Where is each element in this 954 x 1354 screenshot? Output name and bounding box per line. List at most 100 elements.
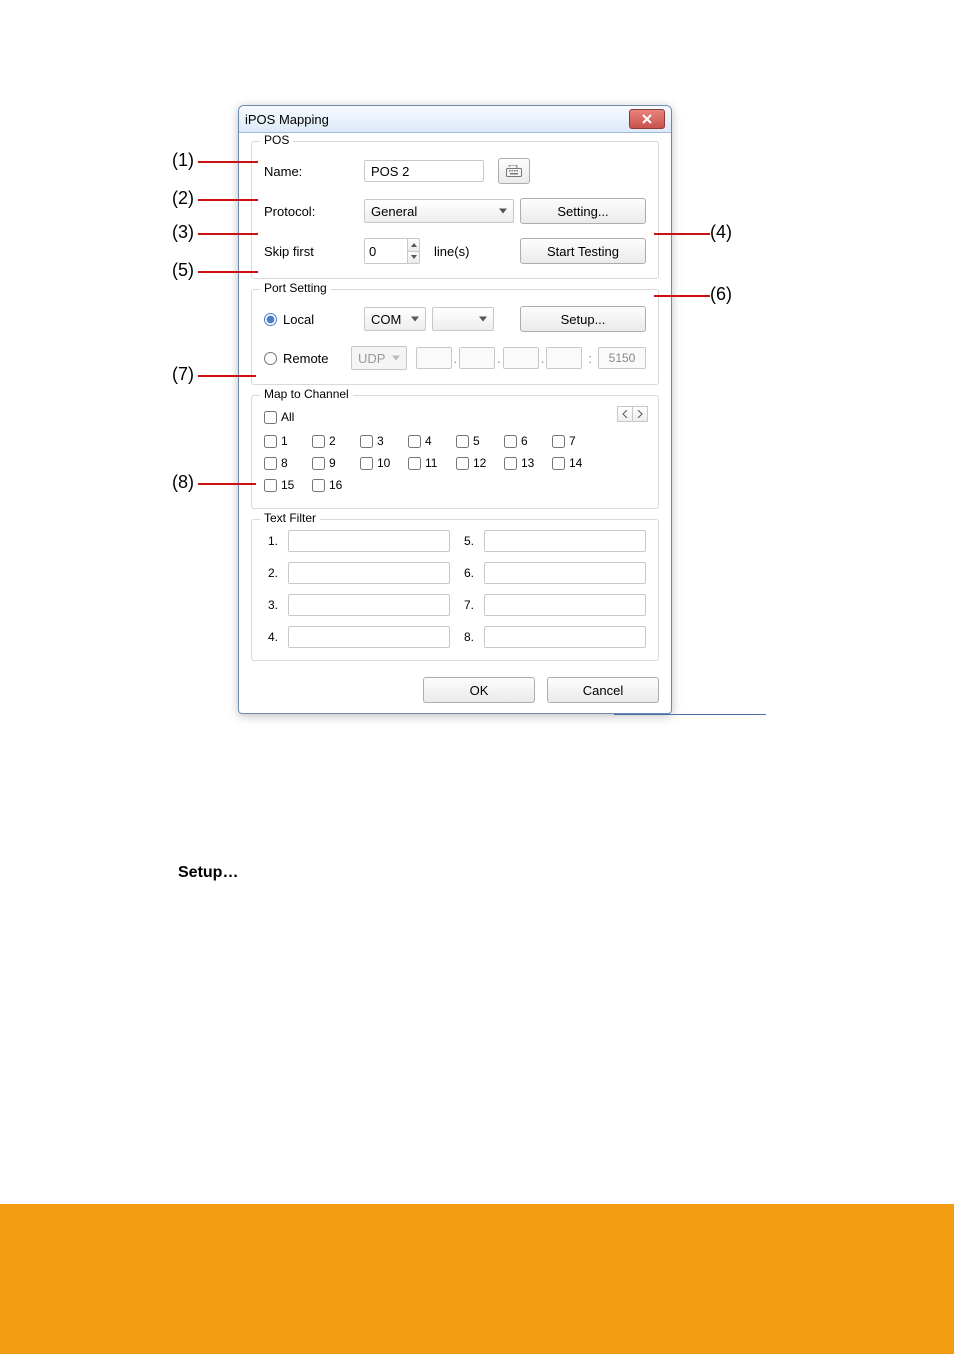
chevron-left-icon [622, 410, 628, 418]
stepper-down-button[interactable] [408, 252, 419, 264]
name-input[interactable] [364, 160, 484, 182]
text-filter-legend: Text Filter [260, 511, 320, 525]
channel-all-checkbox[interactable]: All [264, 410, 646, 424]
local-proto-select[interactable]: COM [364, 307, 426, 331]
channel-checkbox-10[interactable]: 10 [360, 456, 408, 470]
port-setting-fieldset: Port Setting Local COM Setup... [251, 289, 659, 385]
filter-input-6[interactable] [484, 562, 646, 584]
filter-num-1: 1. [264, 534, 278, 548]
channel-checkbox-5[interactable]: 5 [456, 434, 504, 448]
callout-6: (6) [710, 284, 732, 305]
channel-pager [617, 406, 648, 422]
protocol-value: General [371, 204, 417, 219]
keyboard-button[interactable] [498, 158, 530, 184]
channel-checkbox-16[interactable]: 16 [312, 478, 360, 492]
channel-checkbox-13[interactable]: 13 [504, 456, 552, 470]
channel-checkbox-12[interactable]: 12 [456, 456, 504, 470]
filter-input-8[interactable] [484, 626, 646, 648]
channel-all-input[interactable] [264, 411, 277, 424]
titlebar[interactable]: iPOS Mapping [239, 106, 671, 133]
channel-all-label: All [281, 410, 294, 424]
channel-checkbox-7[interactable]: 7 [552, 434, 600, 448]
cancel-button[interactable]: Cancel [547, 677, 659, 703]
ip-octet-3 [503, 347, 539, 369]
chevron-right-icon [637, 410, 643, 418]
channel-checkbox-11[interactable]: 11 [408, 456, 456, 470]
dialog-title: iPOS Mapping [245, 112, 329, 127]
setting-button[interactable]: Setting... [520, 198, 646, 224]
port-setting-legend: Port Setting [260, 281, 331, 295]
filter-num-6: 6. [460, 566, 474, 580]
chevron-down-icon [411, 317, 419, 322]
remote-radio[interactable]: Remote [264, 351, 351, 366]
filter-input-2[interactable] [288, 562, 450, 584]
channel-checkbox-15[interactable]: 15 [264, 478, 312, 492]
hyperlink-underline [614, 714, 766, 715]
channel-checkbox-6[interactable]: 6 [504, 434, 552, 448]
remote-radio-label: Remote [283, 351, 329, 366]
callout-5: (5) [172, 260, 194, 281]
filter-input-4[interactable] [288, 626, 450, 648]
stepper-up-button[interactable] [408, 239, 419, 252]
remote-proto-value: UDP [358, 351, 385, 366]
filter-input-3[interactable] [288, 594, 450, 616]
chevron-down-icon [479, 317, 487, 322]
skip-first-stepper[interactable] [364, 238, 420, 264]
local-radio-label: Local [283, 312, 314, 327]
protocol-select[interactable]: General [364, 199, 514, 223]
keyboard-icon [506, 165, 522, 177]
skip-first-label: Skip first [264, 244, 364, 259]
remote-ip-field: . . . : [416, 347, 647, 369]
filter-num-7: 7. [460, 598, 474, 612]
map-to-channel-fieldset: Map to Channel All 1 2 3 4 5 6 7 8 9 10 [251, 395, 659, 509]
filter-num-4: 4. [264, 630, 278, 644]
filter-input-7[interactable] [484, 594, 646, 616]
filter-num-5: 5. [460, 534, 474, 548]
channel-checkbox-8[interactable]: 8 [264, 456, 312, 470]
channel-checkbox-2[interactable]: 2 [312, 434, 360, 448]
local-radio[interactable]: Local [264, 312, 364, 327]
start-testing-button[interactable]: Start Testing [520, 238, 646, 264]
channel-checkbox-3[interactable]: 3 [360, 434, 408, 448]
local-radio-input[interactable] [264, 313, 277, 326]
chevron-down-icon [499, 209, 507, 214]
callout-3: (3) [172, 222, 194, 243]
ipos-mapping-dialog: iPOS Mapping POS Name: [238, 105, 672, 714]
remote-port-input [598, 347, 646, 369]
skip-first-input[interactable] [365, 239, 407, 263]
channel-page-prev-button[interactable] [617, 406, 632, 422]
callout-4: (4) [710, 222, 732, 243]
filter-num-2: 2. [264, 566, 278, 580]
filter-input-5[interactable] [484, 530, 646, 552]
setup-button[interactable]: Setup... [520, 306, 646, 332]
pos-legend: POS [260, 133, 293, 147]
channel-page-next-button[interactable] [632, 406, 648, 422]
protocol-label: Protocol: [264, 204, 364, 219]
ip-octet-1 [416, 347, 452, 369]
filter-num-8: 8. [460, 630, 474, 644]
channel-checkbox-4[interactable]: 4 [408, 434, 456, 448]
text-filter-fieldset: Text Filter 1. 5. 2. 6. 3. 7. 4. 8. [251, 519, 659, 661]
ip-octet-4 [546, 347, 582, 369]
ip-octet-2 [459, 347, 495, 369]
filter-num-3: 3. [264, 598, 278, 612]
filter-input-1[interactable] [288, 530, 450, 552]
channel-checkbox-14[interactable]: 14 [552, 456, 600, 470]
com-port-select[interactable] [432, 307, 494, 331]
name-label: Name: [264, 164, 364, 179]
close-button[interactable] [629, 109, 665, 129]
pos-fieldset: POS Name: Protocol: [251, 141, 659, 279]
chevron-up-icon [411, 243, 417, 247]
ok-button[interactable]: OK [423, 677, 535, 703]
callout-2: (2) [172, 188, 194, 209]
skip-first-unit: line(s) [434, 244, 469, 259]
channel-checkbox-1[interactable]: 1 [264, 434, 312, 448]
footer-bar [0, 1204, 954, 1354]
channel-checkbox-9[interactable]: 9 [312, 456, 360, 470]
local-proto-value: COM [371, 312, 401, 327]
chevron-down-icon [411, 255, 417, 259]
remote-radio-input[interactable] [264, 352, 277, 365]
close-icon [641, 114, 653, 124]
chevron-down-icon [392, 356, 400, 361]
callout-7: (7) [172, 364, 194, 385]
